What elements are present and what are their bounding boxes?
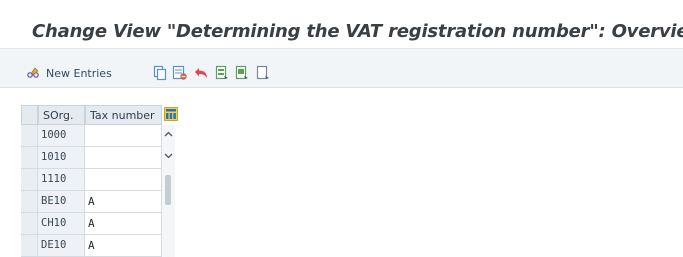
table-row[interactable]: DE10 A	[21, 235, 162, 257]
deselect-all-icon	[256, 65, 269, 80]
tax-number-cell[interactable]: A	[85, 191, 162, 213]
row-selector[interactable]	[21, 147, 38, 169]
tax-number-cell[interactable]: A	[85, 235, 162, 257]
sorg-value: 1110	[41, 173, 67, 185]
pencil-glasses-icon	[27, 67, 39, 78]
sorg-cell: 1010	[38, 147, 85, 169]
sorg-cell: CH10	[38, 213, 85, 235]
row-selector[interactable]	[21, 213, 38, 235]
tax-number-cell[interactable]	[85, 169, 162, 191]
tax-number-value: A	[88, 195, 95, 208]
column-header-sorg[interactable]: SOrg.	[38, 105, 85, 125]
scroll-up-icon[interactable]	[164, 131, 173, 137]
sorg-value: DE10	[41, 239, 67, 251]
column-header-sorg-label: SOrg.	[43, 109, 74, 122]
sorg-value: 1010	[41, 151, 67, 163]
tax-number-cell[interactable]	[85, 147, 162, 169]
column-header-tax-number[interactable]: Tax number	[85, 105, 162, 125]
row-selector[interactable]	[21, 235, 38, 257]
tax-number-cell[interactable]: A	[85, 213, 162, 235]
table-settings-button[interactable]	[164, 106, 178, 125]
vertical-scrollbar[interactable]	[162, 125, 175, 257]
row-selector[interactable]	[21, 191, 38, 213]
table-settings-icon	[164, 107, 178, 121]
select-block-icon	[235, 65, 248, 80]
table-row[interactable]: 1000	[21, 125, 162, 147]
table-row[interactable]: 1110	[21, 169, 162, 191]
application-toolbar: New Entries	[0, 49, 683, 88]
sorg-value: BE10	[41, 195, 67, 207]
copy-icon	[153, 65, 167, 81]
sorg-cell: BE10	[38, 191, 85, 213]
row-selector[interactable]	[21, 169, 38, 191]
table-row[interactable]: BE10 A	[21, 191, 162, 213]
scroll-down-icon[interactable]	[164, 153, 173, 159]
sorg-cell: DE10	[38, 235, 85, 257]
deselect-all-button[interactable]	[256, 65, 270, 81]
sorg-cell: 1000	[38, 125, 85, 147]
table-row[interactable]: 1010	[21, 147, 162, 169]
copy-button[interactable]	[153, 65, 167, 81]
select-all-icon	[215, 65, 228, 80]
select-block-button[interactable]	[235, 65, 249, 81]
scrollbar-thumb[interactable]	[165, 175, 171, 205]
sorg-value: CH10	[41, 217, 67, 229]
delete-button[interactable]	[172, 65, 188, 81]
select-all-rows-cell[interactable]	[21, 105, 38, 125]
sorg-value: 1000	[41, 129, 67, 141]
tax-number-value: A	[88, 217, 95, 230]
delete-icon	[172, 65, 187, 80]
new-entries-button[interactable]: New Entries	[26, 65, 112, 81]
undo-icon	[195, 68, 207, 78]
undo-button[interactable]	[193, 65, 209, 81]
tax-number-cell[interactable]	[85, 125, 162, 147]
sorg-cell: 1110	[38, 169, 85, 191]
table-row[interactable]: CH10 A	[21, 213, 162, 235]
column-header-tax-number-label: Tax number	[90, 109, 155, 122]
title-bar: Change View "Determining the VAT registr…	[0, 0, 683, 49]
select-all-button[interactable]	[215, 65, 229, 81]
page-title: Change View "Determining the VAT registr…	[32, 21, 683, 42]
tax-number-value: A	[88, 239, 95, 252]
new-entries-label: New Entries	[46, 66, 112, 80]
row-selector[interactable]	[21, 125, 38, 147]
